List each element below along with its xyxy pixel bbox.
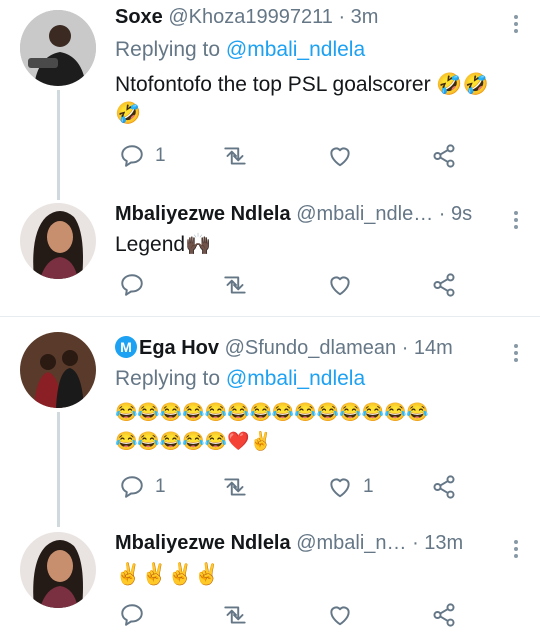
reply-icon — [121, 145, 143, 167]
tweet[interactable]: Mbaliyezwe Ndlela @mbali_n… · 13m ✌️✌️✌️… — [0, 527, 540, 643]
tweet[interactable]: Mbaliyezwe Ndlela @mbali_ndle… · 9s Lege… — [0, 200, 540, 314]
heart-icon — [330, 478, 350, 498]
avatar-photo — [20, 10, 96, 86]
retweet-button[interactable] — [221, 474, 249, 500]
retweet-icon — [224, 147, 246, 165]
share-icon — [433, 475, 455, 499]
name-badge-icon: M — [115, 336, 137, 358]
reply-icon — [121, 604, 143, 626]
share-button[interactable] — [431, 602, 457, 628]
retweet-button[interactable] — [221, 602, 249, 628]
user-handle[interactable]: @mbali_ndle… — [296, 203, 433, 225]
share-button[interactable] — [431, 474, 457, 500]
display-name[interactable]: Mbaliyezwe Ndlela — [115, 203, 291, 225]
more-icon[interactable] — [514, 12, 518, 36]
display-name[interactable]: Ega Hov — [139, 337, 219, 359]
heart-icon — [330, 606, 350, 626]
more-icon[interactable] — [514, 537, 518, 561]
timestamp[interactable]: · 9s — [439, 203, 472, 225]
timestamp[interactable]: · 14m — [402, 337, 453, 359]
heart-icon — [330, 276, 350, 296]
user-handle[interactable]: @Khoza19997211 — [168, 6, 333, 28]
tweet-text: 😂😂😂😂😂😂😂😂😂😂😂😂😂😂 😂😂😂😂😂❤️✌️ — [115, 402, 429, 451]
timestamp[interactable]: · 13m — [412, 532, 463, 554]
more-icon[interactable] — [514, 341, 518, 365]
tweet-header: Soxe @Khoza19997211 · 3m — [115, 6, 378, 29]
share-icon — [433, 144, 455, 168]
reply-icon — [121, 476, 143, 498]
share-icon — [433, 273, 455, 297]
like-button[interactable] — [327, 272, 353, 298]
like-count: 1 — [363, 476, 374, 497]
reply-count: 1 — [155, 145, 166, 166]
display-name[interactable]: Mbaliyezwe Ndlela — [115, 532, 291, 554]
tweet-text: ✌️✌️✌️✌️ — [115, 563, 220, 586]
share-button[interactable] — [431, 272, 457, 298]
tweet-header: M Ega Hov @Sfundo_dlamean · 14m — [115, 336, 453, 360]
retweet-icon — [224, 606, 246, 624]
share-icon — [433, 603, 455, 627]
reply-button[interactable] — [119, 272, 145, 298]
reply-icon — [121, 274, 143, 296]
tweet-actions: 1 — [115, 143, 475, 171]
user-handle[interactable]: @Sfundo_dlamean — [225, 337, 397, 359]
replying-to-link[interactable]: @mbali_ndlela — [226, 367, 365, 390]
tweet-header: Mbaliyezwe Ndlela @mbali_ndle… · 9s — [115, 203, 472, 226]
tweet-text: Legend🙌🏿 — [115, 233, 212, 256]
avatar[interactable] — [20, 10, 96, 86]
share-button[interactable] — [431, 143, 457, 169]
avatar[interactable] — [20, 532, 96, 608]
display-name[interactable]: Soxe — [115, 6, 163, 28]
user-handle[interactable]: @mbali_n… — [296, 532, 406, 554]
thread-line — [57, 90, 60, 200]
tweet-actions — [115, 602, 475, 630]
like-button[interactable] — [327, 602, 353, 628]
replying-to-label: Replying to — [115, 38, 221, 61]
thread-line — [57, 412, 60, 527]
avatar[interactable] — [20, 203, 96, 279]
replying-to-label: Replying to — [115, 367, 221, 390]
replying-to: Replying to @mbali_ndlela — [115, 367, 365, 391]
tweet[interactable]: M Ega Hov @Sfundo_dlamean · 14m Replying … — [0, 317, 540, 527]
tweet-text: Ntofontofo the top PSL goalscorer 🤣🤣 🤣 — [115, 73, 489, 125]
reply-button[interactable]: 1 — [119, 474, 166, 500]
reply-button[interactable] — [119, 602, 145, 628]
heart-icon — [330, 147, 350, 167]
avatar-photo — [20, 203, 96, 279]
avatar-photo — [20, 332, 96, 408]
more-icon[interactable] — [514, 208, 518, 232]
tweet-actions — [115, 272, 475, 300]
replying-to-link[interactable]: @mbali_ndlela — [226, 38, 365, 61]
avatar-photo — [20, 532, 96, 608]
like-button[interactable]: 1 — [327, 474, 374, 500]
retweet-button[interactable] — [221, 272, 249, 298]
tweet[interactable]: Soxe @Khoza19997211 · 3m Replying to @mb… — [0, 0, 540, 200]
replying-to: Replying to @mbali_ndlela — [115, 38, 365, 62]
reply-button[interactable]: 1 — [119, 143, 166, 169]
tweet-actions: 1 1 — [115, 474, 475, 502]
like-button[interactable] — [327, 143, 353, 169]
retweet-button[interactable] — [221, 143, 249, 169]
retweet-icon — [224, 276, 246, 294]
reply-count: 1 — [155, 476, 166, 497]
timestamp[interactable]: · 3m — [338, 6, 378, 28]
retweet-icon — [224, 478, 246, 496]
tweet-header: Mbaliyezwe Ndlela @mbali_n… · 13m — [115, 532, 463, 555]
avatar[interactable] — [20, 332, 96, 408]
